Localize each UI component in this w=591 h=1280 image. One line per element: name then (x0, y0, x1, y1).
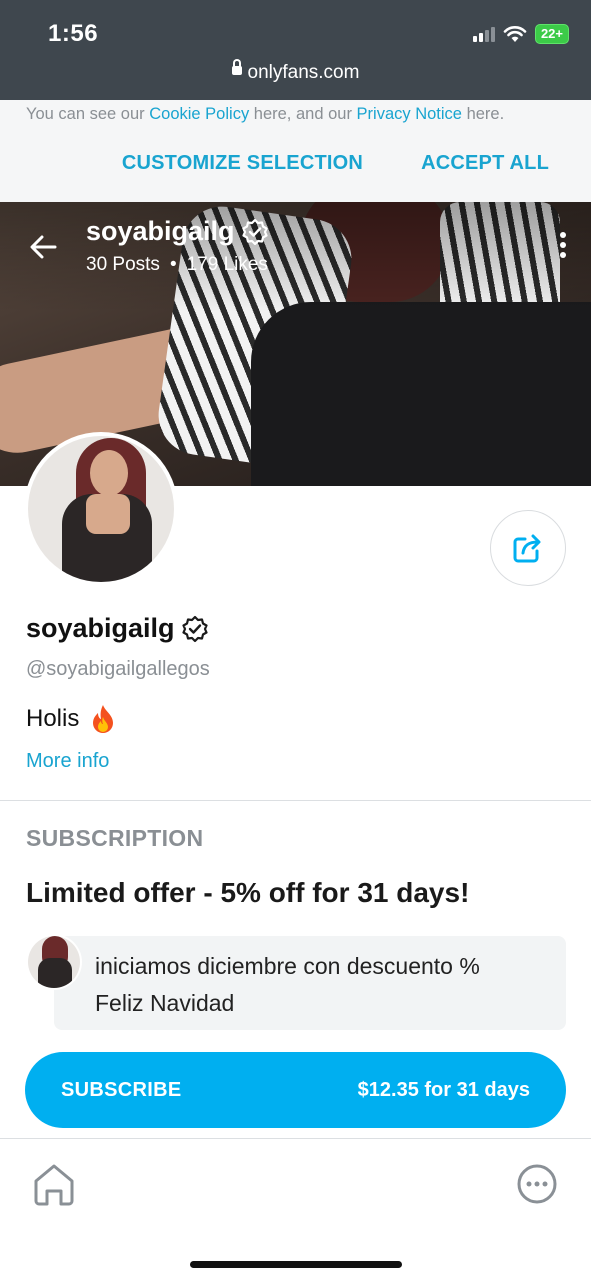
verified-badge-icon (181, 615, 208, 642)
cookie-policy-link[interactable]: Cookie Policy (149, 105, 249, 123)
cookie-text-middle: here, and our (249, 105, 357, 123)
cookie-actions: CUSTOMIZE SELECTION ACCEPT ALL (122, 152, 549, 175)
subscription-title: SUBSCRIPTION (26, 825, 204, 851)
promo-message-line: Feliz Navidad (95, 990, 235, 1016)
cover-name-text: soyabigailg (86, 216, 235, 246)
stats-separator: • (169, 254, 177, 275)
cookie-notice-text: You can see our Cookie Policy here, and … (26, 105, 504, 124)
home-indicator (190, 1261, 402, 1268)
cookie-text-prefix: You can see our (26, 105, 150, 123)
accept-all-button[interactable]: ACCEPT ALL (421, 152, 549, 175)
promo-message: iniciamos diciembre con descuento % Feli… (54, 936, 566, 1030)
profile-name: soyabigailg (26, 613, 209, 644)
bio-text: Holis (26, 705, 80, 732)
cover-stats: 30 Posts • 179 Likes (86, 254, 268, 276)
profile-avatar[interactable] (24, 432, 178, 586)
back-arrow-icon[interactable] (28, 232, 58, 262)
signal-icon (472, 26, 495, 42)
privacy-notice-link[interactable]: Privacy Notice (357, 105, 462, 123)
more-options-icon[interactable] (516, 1163, 558, 1205)
profile-handle: @soyabigailgallegos (26, 658, 210, 680)
share-icon (513, 534, 541, 563)
home-icon[interactable] (30, 1161, 78, 1207)
status-time: 1:56 (48, 20, 99, 47)
promo-message-line: iniciamos diciembre con descuento % (95, 953, 480, 979)
wifi-icon (503, 26, 527, 42)
cookie-text-suffix: here. (461, 105, 505, 123)
cookie-banner: You can see our Cookie Policy here, and … (0, 100, 591, 202)
lock-icon (231, 59, 242, 76)
browser-top-bar: 1:56 22+ onlyfans.com (0, 0, 591, 100)
status-icons: 22+ (472, 24, 569, 44)
share-button[interactable] (490, 510, 566, 586)
profile-bio: Holis (26, 704, 117, 734)
profile-name-text: soyabigailg (26, 613, 175, 643)
customize-selection-button[interactable]: CUSTOMIZE SELECTION (122, 152, 363, 175)
posts-count: 30 Posts (86, 254, 160, 275)
cover-username: soyabigailg (86, 216, 269, 247)
bottom-navigation (0, 1138, 591, 1280)
battery-indicator: 22+ (534, 24, 569, 44)
likes-count: 179 Likes (186, 254, 268, 275)
subscribe-label: SUBSCRIBE (61, 1078, 182, 1101)
section-divider (0, 800, 591, 801)
fire-emoji-icon (93, 705, 114, 733)
url-bar[interactable]: onlyfans.com (0, 59, 591, 84)
subscribe-price: $12.35 for 31 days (357, 1078, 530, 1101)
verified-badge-icon (241, 218, 268, 245)
more-menu-icon[interactable] (559, 232, 567, 262)
subscribe-button[interactable]: SUBSCRIBE $12.35 for 31 days (25, 1052, 566, 1128)
url-text: onlyfans.com (247, 62, 360, 83)
limited-offer-text: Limited offer - 5% off for 31 days! (26, 877, 470, 908)
message-avatar (26, 934, 82, 990)
more-info-link[interactable]: More info (26, 750, 109, 773)
